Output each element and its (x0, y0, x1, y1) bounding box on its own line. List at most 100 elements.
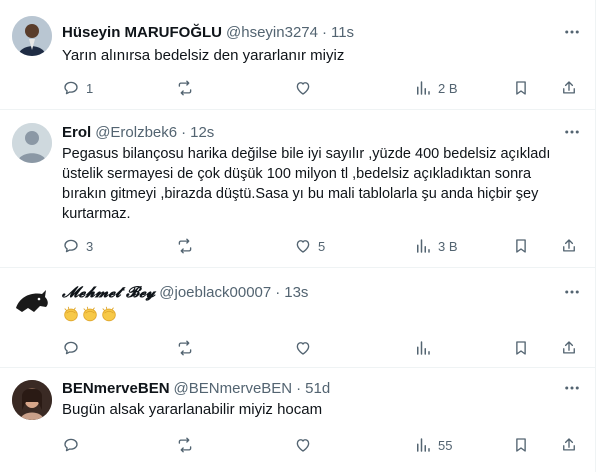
view-count: 3 B (438, 238, 458, 254)
retweet-icon (178, 80, 192, 96)
separator-dot: · (296, 379, 302, 397)
retweet-icon (178, 437, 192, 453)
avatar[interactable] (12, 16, 52, 56)
share-button[interactable] (560, 338, 578, 358)
more-icon (565, 290, 579, 294)
analytics-icon (417, 341, 430, 355)
reply-icon (64, 239, 78, 253)
bookmark-icon (516, 81, 526, 95)
retweet-button[interactable] (176, 78, 200, 98)
bookmark-button[interactable] (512, 435, 530, 455)
analytics-icon (417, 239, 430, 253)
bookmark-button[interactable] (512, 338, 530, 358)
share-icon (563, 81, 575, 94)
share-icon (563, 341, 575, 354)
tweet[interactable]: BENmerveBEN @BENmerveBEN · 51d Bugün als… (0, 368, 596, 472)
tweet-header: BENmerveBEN @BENmerveBEN · 51d (62, 378, 556, 398)
user-handle[interactable]: @joeblack00007 (159, 284, 271, 301)
tweet[interactable]: 𝓜𝓮𝓱𝓶𝓮𝓽 𝓑𝓮𝔂 @joeblack00007 · 13s (0, 268, 596, 368)
tweet-actions (62, 338, 586, 358)
heart-icon (296, 82, 310, 95)
bookmark-icon (516, 438, 526, 452)
reply-button[interactable]: 3 (62, 236, 93, 256)
tweet-header: Hüseyin MARUFOĞLU @hseyin3274 · 11s (62, 22, 556, 42)
clapping-hands-icon (83, 306, 97, 322)
timestamp[interactable]: 11s (331, 24, 354, 41)
timestamp[interactable]: 51d (305, 380, 330, 397)
like-count: 5 (318, 238, 326, 254)
like-button[interactable] (294, 338, 318, 358)
reply-count: 1 (86, 80, 94, 96)
tweet-text: Pegasus bilançosu harika değilse bile iy… (62, 146, 551, 222)
tweet-feed: Hüseyin MARUFOĞLU @hseyin3274 · 11s Yarı… (0, 0, 596, 472)
views-button[interactable]: 3 B (414, 236, 458, 256)
retweet-icon (178, 238, 192, 254)
tweet-text: Yarın alınırsa bedelsiz den yararlanır m… (62, 47, 345, 64)
retweet-button[interactable] (176, 338, 200, 358)
share-button[interactable] (560, 78, 578, 98)
user-handle[interactable]: @Erolzbek6 (95, 124, 177, 141)
more-options-button[interactable] (562, 122, 582, 142)
tweet-actions: 55 (62, 435, 586, 455)
more-icon (565, 386, 579, 390)
display-name[interactable]: Erol (62, 124, 91, 141)
views-button[interactable]: 2 B (414, 78, 458, 98)
views-button[interactable]: 55 (414, 435, 452, 455)
tweet-actions: 3 5 3 B (62, 236, 586, 256)
retweet-button[interactable] (176, 435, 200, 455)
avatar[interactable] (12, 380, 52, 420)
avatar[interactable] (12, 282, 52, 322)
tweet-emojis (62, 305, 572, 325)
clapping-hands-icon (102, 306, 116, 322)
timestamp[interactable]: 13s (284, 284, 308, 301)
view-count: 2 B (438, 80, 458, 96)
avatar[interactable] (12, 123, 52, 163)
reply-button[interactable] (62, 435, 86, 455)
display-name[interactable]: 𝓜𝓮𝓱𝓶𝓮𝓽 𝓑𝓮𝔂 (62, 283, 155, 301)
like-button[interactable] (294, 78, 318, 98)
bookmark-icon (516, 341, 526, 355)
reply-button[interactable]: 1 (62, 78, 93, 98)
analytics-icon (417, 81, 430, 95)
display-name[interactable]: BENmerveBEN (62, 380, 170, 397)
tweet[interactable]: Hüseyin MARUFOĞLU @hseyin3274 · 11s Yarı… (0, 0, 596, 110)
tweet-header: Erol @Erolzbek6 · 12s (62, 122, 556, 142)
reply-button[interactable] (62, 338, 86, 358)
heart-icon (296, 240, 310, 253)
tweet-actions: 1 2 B (62, 78, 586, 98)
more-icon (565, 30, 579, 34)
bookmark-button[interactable] (512, 78, 530, 98)
user-handle[interactable]: @BENmerveBEN (174, 380, 293, 397)
share-icon (563, 239, 575, 252)
view-count: 55 (438, 437, 453, 453)
views-button[interactable] (414, 338, 438, 358)
reply-icon (64, 81, 78, 95)
heart-icon (296, 342, 310, 355)
user-handle[interactable]: @hseyin3274 (226, 24, 318, 41)
bookmark-icon (516, 239, 526, 253)
more-options-button[interactable] (562, 22, 582, 42)
tweet[interactable]: Erol @Erolzbek6 · 12s Pegasus bilançosu … (0, 110, 596, 268)
like-button[interactable] (294, 435, 318, 455)
retweet-icon (178, 340, 192, 356)
timestamp[interactable]: 12s (190, 124, 214, 141)
bookmark-button[interactable] (512, 236, 530, 256)
retweet-button[interactable] (176, 236, 200, 256)
more-icon (565, 130, 579, 134)
more-options-button[interactable] (562, 378, 582, 398)
reply-icon (64, 341, 78, 355)
analytics-icon (417, 438, 430, 452)
separator-dot: · (321, 23, 327, 41)
separator-dot: · (275, 283, 281, 301)
reply-icon (64, 438, 78, 452)
share-icon (563, 438, 575, 451)
panther-icon (12, 282, 52, 322)
share-button[interactable] (560, 435, 578, 455)
tweet-text: Bugün alsak yararlanabilir miyiz hocam (62, 401, 323, 418)
like-button[interactable]: 5 (294, 236, 325, 256)
clapping-hands-icon (64, 306, 78, 322)
display-name[interactable]: Hüseyin MARUFOĞLU (62, 24, 222, 41)
share-button[interactable] (560, 236, 578, 256)
heart-icon (296, 439, 310, 452)
more-options-button[interactable] (562, 282, 582, 302)
